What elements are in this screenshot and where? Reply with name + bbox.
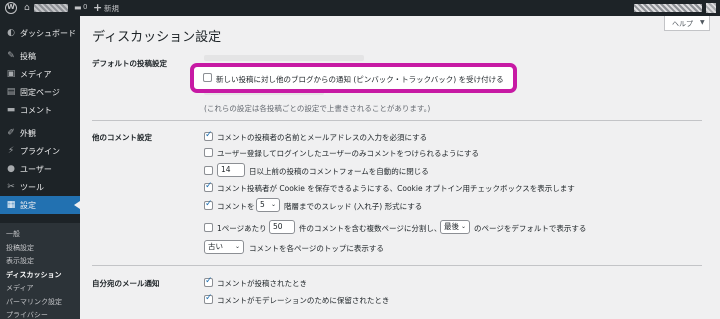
thread-depth-value: 5 xyxy=(260,200,265,209)
pingback-checkbox[interactable] xyxy=(203,73,212,82)
submenu-item[interactable]: パーマリンク設定 xyxy=(6,297,62,307)
sidebar-item-9[interactable]: ▦ 設定 xyxy=(0,196,80,214)
close-days-suffix: 日以上前の投稿のコメントフォームを自動的に閉じる xyxy=(249,167,429,176)
cookies-optin-label: コメント投稿者が Cookie を保存できるようにする、Cookie オプトイン… xyxy=(217,184,575,193)
submenu-item[interactable]: メディア xyxy=(6,283,34,293)
settings-submenu: 一般投稿設定表示設定ディスカッション メディアパーマリンク設定 プライバシー xyxy=(0,223,80,319)
sidebar-item-label: メディア xyxy=(20,70,52,79)
sidebar-item-3[interactable]: ▤ 固定ページ xyxy=(0,83,80,101)
sidebar-item-label: 固定ページ xyxy=(20,88,60,97)
notify-new-comment-label: コメントが投稿されたとき xyxy=(217,279,307,288)
threaded-comments-checkbox[interactable] xyxy=(204,199,213,210)
notify-moderation-label: コメントがモデレーションのために保留されたとき xyxy=(217,296,390,305)
threaded-suffix: 階層までのスレッド (入れ子) 形式にする xyxy=(284,202,423,211)
submenu-item[interactable]: プライバシー xyxy=(6,310,48,319)
sidebar-item-5[interactable]: ✐ 外観 xyxy=(0,124,80,142)
sidebar-item-label: ツール xyxy=(20,183,44,192)
sidebar-item-8[interactable]: ✂ ツール xyxy=(0,178,80,196)
user-name-blurred[interactable] xyxy=(634,4,702,12)
sidebar-item-7[interactable]: ● ユーザー xyxy=(0,160,80,178)
comment-count[interactable]: 0 xyxy=(83,3,87,11)
page-icon: ▤ xyxy=(6,87,16,97)
paginate-suffix: のページをデフォルトで表示する xyxy=(474,224,587,233)
plus-icon[interactable]: + xyxy=(93,1,102,14)
comments-per-page-input[interactable]: 50 xyxy=(269,220,295,234)
cookies-optin-checkbox[interactable] xyxy=(204,181,213,192)
divider xyxy=(92,265,702,266)
admin-sidebar: 一般 投稿設定 表示設定 ディスカッション メディア パーマリンク設定 プライバシー ◐ ダッ… xyxy=(0,16,80,319)
wordpress-logo-icon[interactable]: W xyxy=(5,2,17,14)
obscured-option-row xyxy=(204,55,364,61)
submenu-item[interactable]: 投稿設定 xyxy=(6,243,34,253)
pushpin-icon: ✎ xyxy=(7,51,15,61)
settings-icon: ▦ xyxy=(6,200,16,210)
divider xyxy=(92,120,702,121)
sidebar-item-0[interactable]: ◐ ダッシュボード xyxy=(0,24,80,42)
paginate-prefix: 1ページあたり xyxy=(217,224,267,233)
media-icon: ▣ xyxy=(6,69,16,79)
comment-order-suffix: コメントを各ページのトップに表示する xyxy=(249,244,384,253)
sidebar-item-label: 外観 xyxy=(20,129,36,138)
sidebar-item-label: ダッシュボード xyxy=(20,29,76,38)
users-icon: ● xyxy=(7,164,15,174)
paginate-middle: 件のコメントを含む複数ページに分割し、 xyxy=(299,224,442,233)
highlight-frame: 新しい投稿に対し他のブログからの通知 (ピンバック・トラックバック) を受け付け… xyxy=(190,63,517,93)
registered-only-label: ユーザー登録してログインしたユーザーのみコメントをつけられるようにする xyxy=(217,149,480,158)
admin-bar: W ⌂ ▬ 0 + 新規 xyxy=(0,0,720,16)
comment-order-select[interactable]: 古い ⌄ xyxy=(204,240,244,254)
section-label-default-article: デフォルトの投稿設定 xyxy=(92,59,167,68)
sidebar-item-4[interactable]: ▬ コメント xyxy=(0,101,80,119)
override-note: (これらの設定は各投稿ごとの設定で上書きされることがあります。) xyxy=(204,104,431,113)
section-label-email-me: 自分宛のメール通知 xyxy=(92,279,160,288)
sidebar-item-label: 設定 xyxy=(20,201,36,210)
threaded-prefix: コメントを xyxy=(217,202,255,211)
chevron-down-icon: ⌄ xyxy=(234,243,240,250)
site-name-blurred[interactable] xyxy=(34,4,68,12)
dashboard-icon: ◐ xyxy=(7,28,15,38)
home-icon[interactable]: ⌂ xyxy=(24,3,30,13)
submenu-item[interactable]: ディスカッション xyxy=(6,270,62,280)
help-tab[interactable]: ヘルプ ▼ xyxy=(664,16,710,31)
notify-moderation-checkbox[interactable] xyxy=(204,293,213,304)
thread-depth-select[interactable]: 5 ⌄ xyxy=(256,198,280,212)
help-tab-label: ヘルプ xyxy=(672,20,693,28)
close-days-input[interactable]: 14 xyxy=(217,163,245,177)
paginate-comments-checkbox[interactable] xyxy=(204,223,213,232)
sidebar-item-1[interactable]: ✎ 投稿 xyxy=(0,47,80,65)
submenu-item[interactable]: 表示設定 xyxy=(6,256,34,266)
chevron-down-icon: ⌄ xyxy=(270,201,276,208)
appearance-icon: ✐ xyxy=(7,128,15,138)
comment-order-value: 古い xyxy=(208,242,223,251)
registered-only-checkbox[interactable] xyxy=(204,148,213,157)
page-title: ディスカッション設定 xyxy=(92,30,222,45)
sidebar-item-6[interactable]: ⚡ プラグイン xyxy=(0,142,80,160)
pingback-label: 新しい投稿に対し他のブログからの通知 (ピンバック・トラックバック) を受け付け… xyxy=(216,75,504,84)
section-label-other-comment: 他のコメント設定 xyxy=(92,133,152,142)
sidebar-item-label: プラグイン xyxy=(20,147,60,156)
default-comments-page-select[interactable]: 最後 ⌄ xyxy=(440,220,470,234)
comment-bubble-icon[interactable]: ▬ xyxy=(74,3,82,12)
chevron-down-icon: ▼ xyxy=(700,19,705,26)
tools-icon: ✂ xyxy=(7,182,15,192)
sidebar-item-label: 投稿 xyxy=(20,52,36,61)
chevron-down-icon: ⌄ xyxy=(460,223,466,230)
close-comments-checkbox[interactable] xyxy=(204,166,213,175)
submenu-item[interactable]: 一般 xyxy=(6,229,20,239)
require-name-email-checkbox[interactable] xyxy=(204,130,213,141)
plugin-icon: ⚡ xyxy=(7,146,15,156)
require-name-email-label: コメントの投稿者の名前とメールアドレスの入力を必須にする xyxy=(217,133,428,142)
default-comments-page-value: 最後 xyxy=(444,222,459,231)
notify-new-comment-checkbox[interactable] xyxy=(204,276,213,287)
avatar[interactable] xyxy=(706,3,716,13)
sidebar-item-label: コメント xyxy=(20,106,52,115)
sidebar-item-label: ユーザー xyxy=(20,165,52,174)
sidebar-item-2[interactable]: ▣ メディア xyxy=(0,65,80,83)
comment-icon: ▬ xyxy=(6,105,16,115)
new-content-link[interactable]: 新規 xyxy=(104,3,119,14)
